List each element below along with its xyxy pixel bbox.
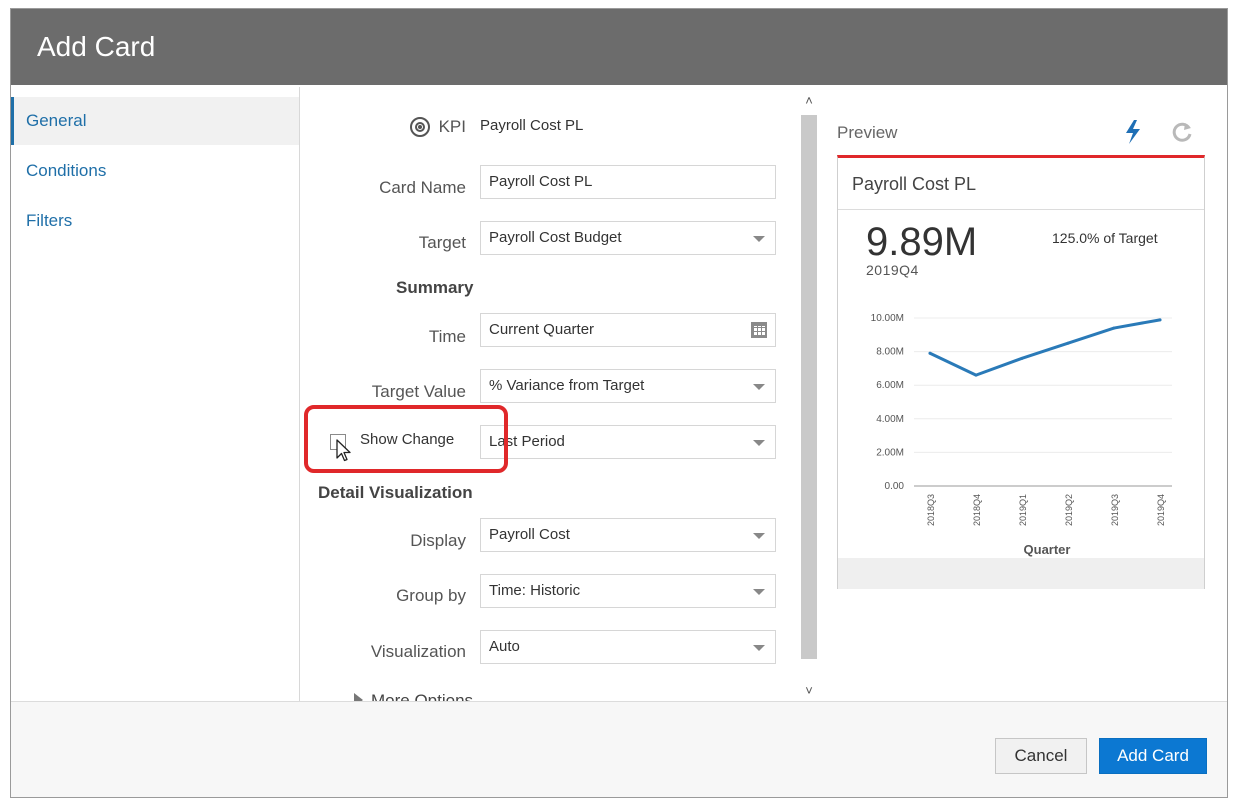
scroll-thumb[interactable] [801, 115, 817, 659]
target-value-select-value: % Variance from Target [489, 377, 645, 394]
kpi-target-percent: 125.0% of Target [1052, 230, 1158, 246]
y-tick-label: 6.00M [876, 380, 904, 391]
dialog-title: Add Card [37, 31, 156, 62]
kpi-period: 2019Q4 [866, 262, 919, 278]
dialog-titlebar: Add Card [11, 9, 1227, 85]
show-change-select[interactable]: Last Period [480, 425, 776, 459]
target-label: Target [418, 233, 466, 252]
x-tick-label: 2018Q4 [972, 494, 982, 526]
group-by-label: Group by [396, 586, 466, 605]
chevron-down-icon [753, 440, 765, 446]
time-field[interactable]: Current Quarter [480, 313, 776, 347]
display-select[interactable]: Payroll Cost [480, 518, 776, 552]
nav-item-conditions[interactable]: Conditions [11, 147, 299, 195]
preview-label: Preview [837, 123, 898, 142]
y-tick-label: 0.00 [885, 481, 905, 492]
y-tick-label: 4.00M [876, 414, 904, 425]
x-tick-label: 2019Q2 [1064, 494, 1074, 526]
time-label: Time [428, 327, 466, 346]
data-point [1158, 318, 1162, 322]
card-name-field[interactable]: Payroll Cost PL [480, 165, 776, 199]
preview-card-title: Payroll Cost PL [838, 158, 1204, 210]
display-label: Display [410, 531, 466, 550]
dialog-footer: Cancel Add Card [11, 701, 1227, 797]
summary-heading: Summary [396, 278, 474, 297]
calendar-icon[interactable] [751, 322, 767, 338]
display-select-value: Payroll Cost [489, 526, 570, 543]
data-point [974, 373, 978, 377]
x-tick-label: 2019Q4 [1156, 494, 1166, 526]
refresh-icon[interactable] [1169, 119, 1195, 145]
chevron-down-icon [753, 236, 765, 242]
x-tick-label: 2019Q1 [1018, 494, 1028, 526]
visualization-select-value: Auto [489, 638, 520, 655]
time-field-value: Current Quarter [489, 321, 595, 338]
nav-item-filters[interactable]: Filters [11, 197, 299, 245]
data-point [1066, 341, 1070, 345]
x-tick-label: 2019Q3 [1110, 494, 1120, 526]
chevron-down-icon [753, 384, 765, 390]
preview-card: Payroll Cost PL 9.89M 2019Q4 125.0% of T… [837, 155, 1205, 589]
chevron-down-icon [753, 533, 765, 539]
scroll-up-icon[interactable]: ˄ [800, 93, 818, 109]
visualization-select[interactable]: Auto [480, 630, 776, 664]
group-by-select-value: Time: Historic [489, 582, 581, 599]
y-tick-label: 8.00M [876, 347, 904, 358]
kpi-target-icon [410, 117, 430, 137]
y-tick-label: 2.00M [876, 447, 904, 458]
card-name-label: Card Name [379, 178, 466, 197]
visualization-label: Visualization [370, 642, 466, 661]
mouse-cursor-icon [336, 439, 351, 462]
data-point [1112, 326, 1116, 330]
detail-visualization-heading: Detail Visualization [318, 483, 473, 502]
chevron-down-icon [753, 645, 765, 651]
scroll-down-icon[interactable]: ˅ [800, 683, 818, 699]
add-card-button[interactable]: Add Card [1099, 738, 1207, 774]
kpi-value: Payroll Cost PL [480, 117, 584, 134]
cancel-button[interactable]: Cancel [995, 738, 1087, 774]
target-select[interactable]: Payroll Cost Budget [480, 221, 776, 255]
form-scrollbar[interactable]: ˄ ˅ [800, 91, 818, 701]
chevron-down-icon [753, 589, 765, 595]
add-card-dialog: Add Card General Conditions Filters KPI … [10, 8, 1228, 798]
x-tick-label: 2018Q3 [926, 494, 936, 526]
target-select-value: Payroll Cost Budget [489, 229, 622, 246]
y-tick-label: 10.00M [871, 313, 904, 324]
target-value-label: Target Value [371, 382, 466, 401]
preview-card-footer [838, 558, 1204, 589]
side-nav: General Conditions Filters [11, 87, 299, 699]
x-axis-label: Quarter [1024, 542, 1071, 557]
group-by-select[interactable]: Time: Historic [480, 574, 776, 608]
highlight-box [304, 405, 508, 473]
nav-item-general[interactable]: General [11, 97, 299, 145]
target-value-select[interactable]: % Variance from Target [480, 369, 776, 403]
series-line [928, 318, 1162, 377]
data-point [928, 351, 932, 355]
general-form: KPI Payroll Cost PL Card Name Payroll Co… [300, 87, 806, 710]
lightning-bolt-icon[interactable] [1123, 119, 1143, 145]
payroll-line-chart: 0.00 2.00M 4.00M 6.00M 8.00M 10.00M 2018Q3 2018… [871, 313, 1172, 557]
kpi-label: KPI [438, 117, 466, 136]
data-point [1020, 356, 1024, 360]
kpi-big-value: 9.89M [866, 220, 978, 264]
